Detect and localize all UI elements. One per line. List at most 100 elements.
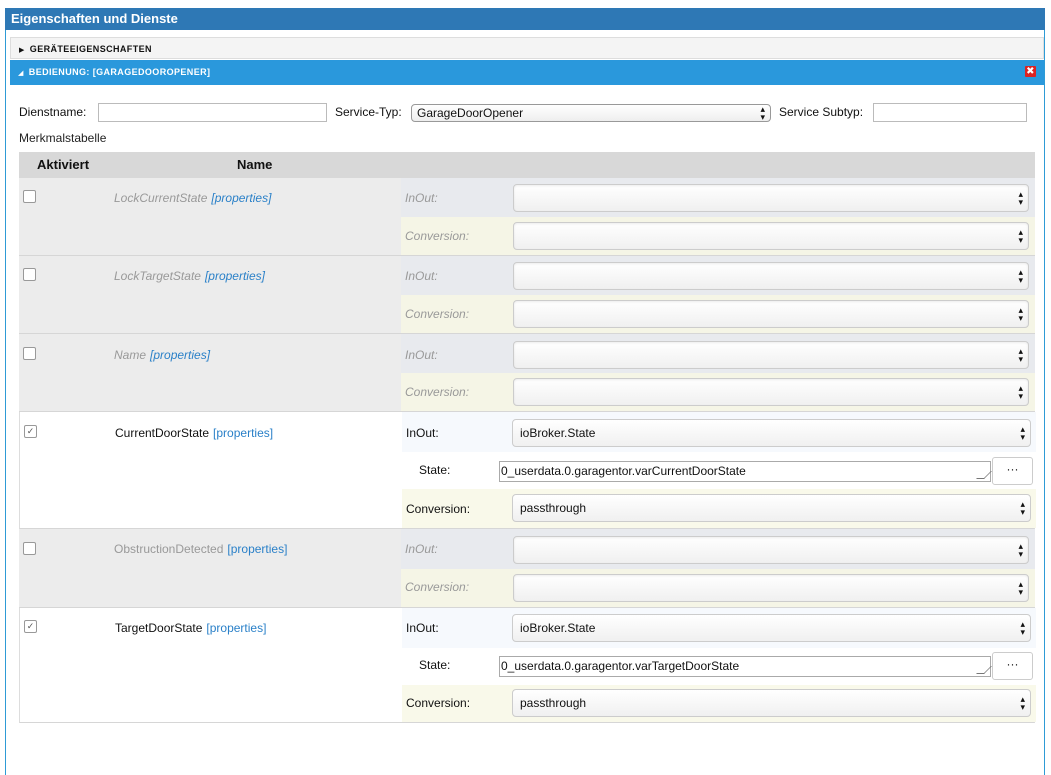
inout-cell: InOut: ▴ ▾: [401, 529, 1035, 569]
resize-grip-icon[interactable]: [976, 471, 992, 479]
inout-select[interactable]: ioBroker.State ▴ ▾: [512, 614, 1031, 642]
conversion-cell: Conversion: ▴ ▾: [401, 373, 1035, 411]
conversion-select[interactable]: ▴ ▾: [513, 300, 1029, 328]
conversion-cell: Conversion: ▴ ▾: [401, 295, 1035, 333]
conversion-label: Conversion:: [405, 580, 470, 594]
select-arrows-icon: ▴ ▾: [1020, 619, 1025, 637]
triangle-down-icon: ◢: [18, 70, 24, 77]
conversion-select[interactable]: passthrough ▴ ▾: [512, 689, 1031, 717]
properties-link[interactable]: [properties]: [205, 269, 265, 283]
inout-select[interactable]: ▴ ▾: [513, 184, 1029, 212]
conversion-label: Conversion:: [405, 229, 470, 243]
property-name: LockCurrentState [properties]: [114, 191, 272, 205]
properties-link[interactable]: [properties]: [227, 542, 287, 556]
inout-select[interactable]: ioBroker.State ▴ ▾: [512, 419, 1031, 447]
select-arrows-icon: ▴ ▾: [1018, 189, 1023, 207]
accordion-service[interactable]: ◢ BEDIENUNG: [GARAGEDOOROPENER] ✖: [10, 60, 1044, 85]
properties-link[interactable]: [properties]: [206, 621, 266, 635]
conversion-cell: Conversion: ▴ ▾: [401, 217, 1035, 255]
select-arrows-icon: ▴ ▾: [1018, 579, 1023, 597]
select-arrows-icon: ▴ ▾: [1020, 694, 1025, 712]
table-row: ✓ TargetDoorState [properties] InOut: ioB…: [19, 608, 1036, 723]
inout-label: InOut:: [405, 269, 438, 283]
select-arrows-icon: ▴ ▾: [1018, 305, 1023, 323]
conversion-label: Conversion:: [405, 307, 470, 321]
check-icon: ✓: [26, 426, 35, 436]
state-cell: State: 0_userdata.0.garagentor.varTarget…: [402, 648, 1036, 685]
inout-cell: InOut: ioBroker.State ▴ ▾: [402, 412, 1036, 452]
state-cell: State: 0_userdata.0.garagentor.varCurren…: [402, 452, 1036, 489]
inout-select[interactable]: ▴ ▾: [513, 341, 1029, 369]
accordion-service-label: BEDIENUNG: [GARAGEDOOROPENER]: [28, 67, 211, 77]
triangle-right-icon: ▶: [19, 47, 25, 54]
table-header: Aktiviert Name: [19, 152, 1035, 178]
inout-label: InOut:: [406, 426, 439, 440]
header-activated: Aktiviert: [37, 157, 90, 172]
activated-checkbox[interactable]: [23, 542, 36, 555]
check-icon: ✓: [26, 621, 35, 631]
service-name-input[interactable]: [98, 103, 327, 122]
activated-checkbox[interactable]: ✓: [24, 425, 37, 438]
inout-select[interactable]: ▴ ▾: [513, 262, 1029, 290]
properties-link[interactable]: [properties]: [213, 426, 273, 440]
conversion-cell: Conversion: passthrough ▴ ▾: [402, 685, 1036, 722]
conversion-label: Conversion:: [406, 696, 471, 710]
inout-cell: InOut: ▴ ▾: [401, 178, 1035, 217]
service-type-select[interactable]: GarageDoorOpener ▴ ▾: [411, 104, 771, 122]
table-row: LockTargetState [properties] InOut: ▴ ▾ Co…: [19, 256, 1035, 334]
conversion-select[interactable]: ▴ ▾: [513, 378, 1029, 406]
select-arrows-icon: ▴ ▾: [1018, 346, 1023, 364]
inout-label: InOut:: [405, 348, 438, 362]
service-type-value: GarageDoorOpener: [417, 106, 524, 120]
panel-title: Eigenschaften und Dienste: [5, 8, 1045, 30]
inout-select[interactable]: ▴ ▾: [513, 536, 1029, 564]
activated-checkbox[interactable]: [23, 347, 36, 360]
service-type-label: Service-Typ:: [335, 105, 402, 119]
select-arrows-icon: ▴ ▾: [1020, 424, 1025, 442]
conversion-label: Conversion:: [405, 385, 470, 399]
select-arrows-icon: ▴ ▾: [1018, 227, 1023, 245]
table-row: ✓ CurrentDoorState [properties] InOut: io…: [19, 412, 1036, 529]
accordion-device-properties[interactable]: ▶ GERÄTEEIGENSCHAFTEN: [10, 37, 1044, 59]
state-label: State:: [419, 658, 451, 672]
conversion-label: Conversion:: [406, 502, 471, 516]
properties-link[interactable]: [properties]: [211, 191, 271, 205]
table-row: Name [properties] InOut: ▴ ▾ Conversion: ▴…: [19, 334, 1035, 412]
state-label: State:: [419, 463, 451, 477]
property-name: CurrentDoorState [properties]: [115, 426, 274, 440]
inout-label: InOut:: [405, 542, 438, 556]
state-input[interactable]: 0_userdata.0.garagentor.varTargetDoorSta…: [499, 656, 992, 677]
inout-label: InOut:: [405, 191, 438, 205]
property-name: Name [properties]: [114, 348, 211, 362]
conversion-cell: Conversion: passthrough ▴ ▾: [402, 489, 1036, 528]
conversion-cell: Conversion: ▴ ▾: [401, 569, 1035, 607]
close-icon[interactable]: ✖: [1025, 66, 1036, 77]
activated-checkbox[interactable]: [23, 190, 36, 203]
select-arrows-icon: ▴ ▾: [760, 104, 765, 122]
inout-cell: InOut: ▴ ▾: [401, 256, 1035, 295]
select-arrows-icon: ▴ ▾: [1018, 267, 1023, 285]
select-arrows-icon: ▴ ▾: [1020, 499, 1025, 517]
table-caption: Merkmalstabelle: [19, 131, 107, 145]
conversion-select[interactable]: passthrough ▴ ▾: [512, 494, 1031, 522]
conversion-select[interactable]: ▴ ▾: [513, 222, 1029, 250]
resize-grip-icon[interactable]: [976, 666, 992, 674]
header-name: Name: [237, 157, 273, 172]
service-name-label: Dienstname:: [19, 105, 87, 119]
inout-cell: InOut: ▴ ▾: [401, 334, 1035, 373]
browse-button[interactable]: ···: [992, 457, 1033, 485]
conversion-select[interactable]: ▴ ▾: [513, 574, 1029, 602]
activated-checkbox[interactable]: ✓: [24, 620, 37, 633]
state-input[interactable]: 0_userdata.0.garagentor.varCurrentDoorSt…: [499, 461, 992, 482]
service-subtype-input[interactable]: [873, 103, 1027, 122]
table-row: ObstructionDetected [properties] InOut: ▴…: [19, 529, 1035, 608]
inout-label: InOut:: [406, 621, 439, 635]
activated-checkbox[interactable]: [23, 268, 36, 281]
select-arrows-icon: ▴ ▾: [1018, 541, 1023, 559]
properties-link[interactable]: [properties]: [150, 348, 210, 362]
service-subtype-label: Service Subtyp:: [779, 105, 864, 119]
table-row: LockCurrentState [properties] InOut: ▴ ▾ C…: [19, 178, 1035, 256]
property-name: ObstructionDetected [properties]: [114, 542, 288, 556]
select-arrows-icon: ▴ ▾: [1018, 383, 1023, 401]
browse-button[interactable]: ···: [992, 652, 1033, 680]
